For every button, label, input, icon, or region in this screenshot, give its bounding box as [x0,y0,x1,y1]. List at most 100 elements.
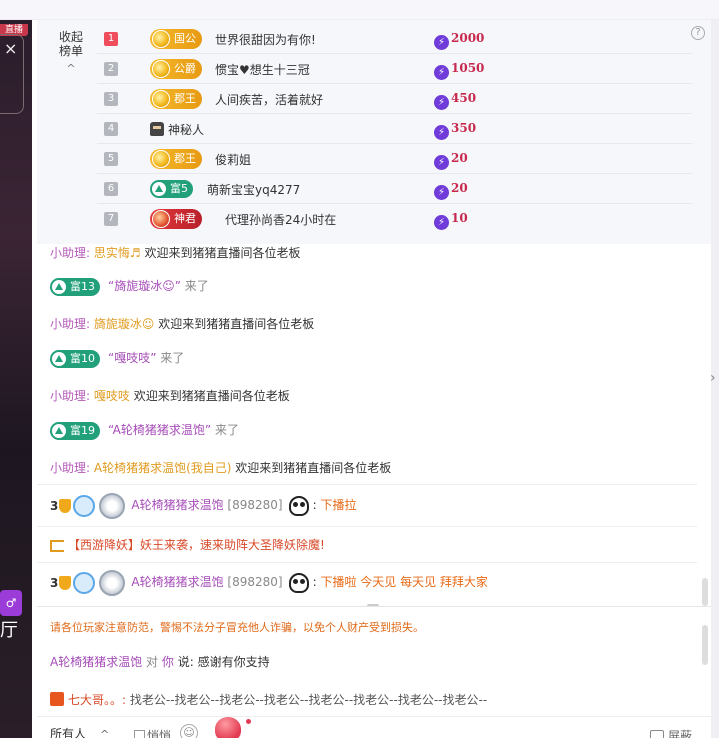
wealth-icon [52,351,66,366]
chat-user-name[interactable]: “嘎吱吱” [108,351,156,365]
bolt-icon: ⚡ [434,95,449,110]
chat-user-name[interactable]: A轮椅猪猪求温饱 [131,498,223,512]
bolt-icon: ⚡ [434,125,449,140]
chat-welcome-message: 小助理: 嘎吱吱 欢迎来到猪猪直播间各位老板 [50,387,290,404]
rank-list: 1 国公 世界很甜因为有你! ⚡ 2000 2 公爵 惯宝♥想生十三冠 ⚡ 1050… [97,24,692,234]
user-level-icons: 3 [50,491,131,521]
gift-icon[interactable] [215,717,241,738]
chat-enter-message: 富10 “嘎吱吱” 来了 [50,349,184,368]
chat-scrollbar[interactable] [702,578,708,606]
fraud-warning: 请各位玩家注意防范，警惕不法分子冒充他人诈骗，以免个人财产受到损失。 [50,621,424,634]
bolt-icon: ⚡ [434,155,449,170]
rank-score: ⚡ 20 [434,181,468,200]
chat-welcome-message: 小助理: A轮椅猪猪求温饱(我自己) 欢迎来到猪猪直播间各位老板 [50,459,391,476]
private-sender[interactable]: A轮椅猪猪求温饱 [50,655,142,669]
welcome-text: 欢迎来到猪猪直播间各位老板 [144,246,301,260]
rank-user-name[interactable]: 惯宝♥想生十三冠 [215,61,310,78]
rank-user-name[interactable]: 俊莉姐 [215,151,251,168]
wealth-badge: 富10 [50,349,100,368]
private-say-label: 说: [177,655,194,669]
chat-welcome-message: 小助理: 思实悔♬ 欢迎来到猪猪直播间各位老板 [50,244,300,261]
rank-user-name[interactable]: 萌新宝宝yq4277 [207,181,300,198]
coin-icon [152,60,170,78]
medal-icon [99,493,126,519]
rank-row[interactable]: 3 郡王 人间疾苦，活着就好 ⚡ 450 [97,84,692,114]
user-id: [898280] [227,575,283,589]
chat-welcome-message: 小助理: 旖旎璇冰☺ 欢迎来到猪猪直播间各位老板 [50,315,314,332]
chat-user-message: 3 A轮椅猪猪求温饱 [898280]: 下播啦 今天见 每天见 拜拜大家 [50,567,488,598]
rank-number: 7 [104,212,118,226]
private-message: A轮椅猪猪求温饱 对 你 说: 感谢有你支持 [50,653,270,670]
chat-user-name[interactable]: 旖旎璇冰☺ [94,317,155,331]
noble-badge: 神君 [150,209,202,229]
close-icon: × [4,39,18,58]
rank-number: 4 [104,122,118,136]
chat-input-bar: 所有人 ^ 悄悄 ☺ 屏蔽 [37,716,711,738]
collapse-rank-button[interactable]: 收起 榜单 ^ [57,30,85,76]
chevron-up-icon: ^ [66,62,76,75]
divider [37,526,697,527]
checkbox-icon [134,730,145,738]
bolt-icon: ⚡ [434,185,449,200]
divider [37,484,697,485]
rank-row[interactable]: 6 富5 萌新宝宝yq4277 ⚡ 20 [97,174,692,204]
wealth-icon [52,423,66,438]
rank-user-name[interactable]: 世界很甜因为有你! [215,31,316,48]
rank-row[interactable]: 5 郡王 俊莉姐 ⚡ 20 [97,144,692,174]
notice-scrollbar[interactable] [702,625,708,665]
emoji-icon[interactable]: ☺ [180,724,198,738]
private-to-label: 对 [146,655,159,669]
rank-user-name[interactable]: 人间疾苦，活着就好 [215,91,323,108]
chat-user-name[interactable]: A轮椅猪猪求温饱 [131,575,223,589]
system-text: 妖王来袭，速来助阵大圣降妖除魔! [140,538,325,552]
bolt-icon: ⚡ [434,215,449,230]
rank-score: ⚡ 20 [434,151,468,170]
whisper-checkbox[interactable]: 悄悄 [134,727,171,738]
rank-score: ⚡ 450 [434,91,476,110]
chat-user-name[interactable]: “A轮椅猪猪求温饱” [108,423,211,437]
video-close-button[interactable]: × [0,34,24,114]
broadcast-message: 七大哥。。: 找老公--找老公--找老公--找老公--找老公--找老公--找老公… [50,691,487,708]
wealth-badge: 富13 [50,277,100,296]
private-you-label: 你 [161,655,174,669]
message-text: 下播啦 今天见 每天见 拜拜大家 [320,575,488,589]
chat-user-name[interactable]: 思实悔♬ [94,246,141,260]
chat-enter-message: 富13 “旖旎璇冰☺” 来了 [50,277,209,296]
chat-user-message: 3 A轮椅猪猪求温饱 [898280]: 下播拉 [50,490,356,521]
rank-row[interactable]: 2 公爵 惯宝♥想生十三冠 ⚡ 1050 [97,54,692,84]
coin-icon [152,210,170,228]
block-button[interactable]: 屏蔽 [650,727,692,738]
wealth-icon [152,182,166,196]
chat-enter-message: 富19 “A轮椅猪猪求温饱” 来了 [50,421,239,440]
wealth-icon [52,279,66,294]
chat-user-name[interactable]: 嘎吱吱 [94,389,130,403]
broadcast-user[interactable]: 七大哥。。: [68,693,126,707]
chat-message-list[interactable]: 小助理: 思实悔♬ 欢迎来到猪猪直播间各位老板 富13 “旖旎璇冰☺” 来了 小助… [37,244,711,606]
system-tag: 【西游降妖】 [68,538,141,552]
noble-badge: 国公 [150,29,202,49]
mystery-user-icon [150,122,164,136]
chevron-right-icon[interactable]: › [710,370,716,386]
rank-row[interactable]: 1 国公 世界很甜因为有你! ⚡ 2000 [97,24,692,54]
help-icon[interactable]: ? [691,26,705,40]
rank-row[interactable]: 4 神秘人 ⚡ 350 [97,114,692,144]
panda-icon [288,495,309,516]
chat-user-name[interactable]: “旖旎璇冰☺” [108,279,181,293]
recipient-select[interactable]: 所有人 ^ [50,725,109,738]
assistant-label: 小助理: [50,389,91,403]
live-video-preview[interactable]: 直播 × ♂ 厅 [0,20,32,738]
rank-user-name[interactable]: 代理孙尚香24小时在 [225,211,336,228]
came-text: 来了 [214,423,239,437]
user-id: [898280] [227,498,283,512]
message-text: 下播拉 [320,498,357,512]
rank-row[interactable]: 7 神君 代理孙尚香24小时在 ⚡ 10 [97,204,692,234]
divider [37,562,697,563]
recipient-value: 所有人 [50,727,87,738]
broadcast-text: 找老公--找老公--找老公--找老公--找老公--找老公--找老公--找老公-- [129,693,488,707]
chat-user-name[interactable]: A轮椅猪猪求温饱(我自己) [94,461,232,475]
shield-icon [73,572,96,594]
rank-user-name[interactable]: 神秘人 [168,121,204,138]
notification-dot [246,719,251,724]
collapse-label-1: 收起 [58,30,83,44]
crown-icon [59,499,72,513]
